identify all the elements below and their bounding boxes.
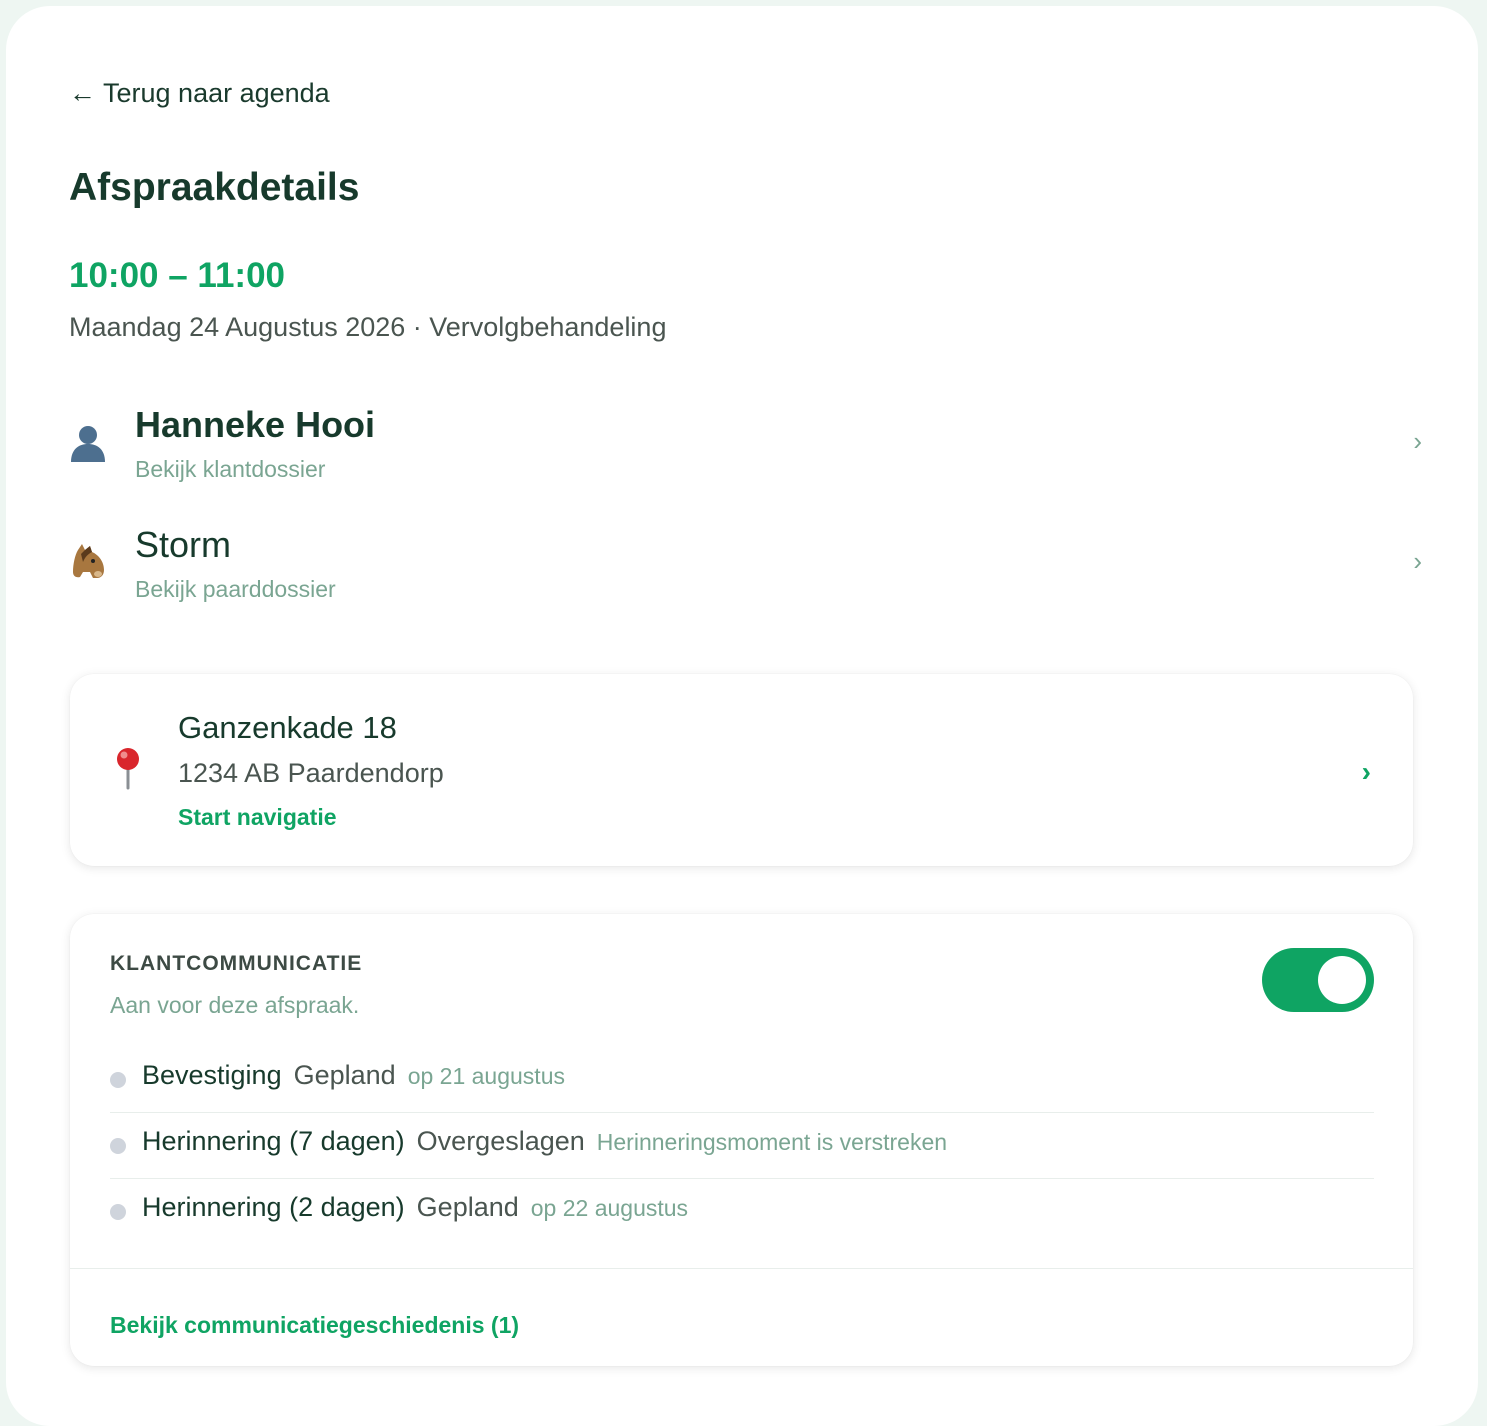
client-dossier-link[interactable]: Bekijk klantdossier xyxy=(135,456,325,483)
message-row: Herinnering (2 dagen) Gepland op 22 august… xyxy=(110,1178,1374,1244)
page-title: Afspraakdetails xyxy=(69,166,360,209)
chevron-right-icon: › xyxy=(1361,756,1371,787)
chevron-right-icon: › xyxy=(1413,426,1422,456)
message-row: Bevestiging Gepland op 21 augustus xyxy=(110,1046,1374,1113)
back-to-agenda-link[interactable]: ← Terug naar agenda xyxy=(69,78,330,109)
message-note: op 21 augustus xyxy=(407,1063,565,1089)
status-dot-icon xyxy=(110,1138,126,1154)
toggle-knob xyxy=(1318,956,1366,1004)
chevron-right-icon: › xyxy=(1413,546,1422,576)
client-name: Hanneke Hooi xyxy=(135,404,376,445)
address-card[interactable]: Ganzenkade 18 1234 AB Paardendorp Start … xyxy=(70,674,1413,866)
client-communication-card: KLANTCOMMUNICATIE Aan voor deze afspraak… xyxy=(70,914,1413,1366)
status-dot-icon xyxy=(110,1072,126,1088)
horse-dossier-link[interactable]: Bekijk paarddossier xyxy=(135,576,336,603)
client-row[interactable]: Hanneke Hooi Bekijk klantdossier › xyxy=(62,404,1422,504)
status-dot-icon xyxy=(110,1204,126,1220)
address-city: 1234 AB Paardendorp xyxy=(178,758,444,788)
communication-toggle[interactable] xyxy=(1262,948,1374,1012)
message-row: Herinnering (7 dagen) Overgeslagen Herinne… xyxy=(110,1112,1374,1179)
communication-history-link[interactable]: Bekijk communicatiegeschiedenis (1) xyxy=(110,1312,519,1339)
appointment-details-page: ← Terug naar agenda Afspraakdetails 10:0… xyxy=(6,6,1478,1426)
message-state: Gepland xyxy=(293,1060,396,1090)
appointment-time: 10:00 – 11:00 xyxy=(69,256,286,295)
horse-name: Storm xyxy=(135,524,232,565)
communication-status: Aan voor deze afspraak. xyxy=(110,992,360,1018)
message-type: Herinnering (7 dagen) xyxy=(142,1126,405,1156)
message-state: Gepland xyxy=(416,1192,519,1222)
message-type: Bevestiging xyxy=(142,1060,282,1090)
section-label: KLANTCOMMUNICATIE xyxy=(110,952,363,975)
message-type: Herinnering (2 dagen) xyxy=(142,1192,405,1222)
person-icon xyxy=(68,422,108,462)
divider xyxy=(70,1268,1413,1269)
message-note: op 22 augustus xyxy=(530,1195,689,1221)
message-note: Herinneringsmoment is verstreken xyxy=(596,1129,948,1155)
appointment-date-type: Maandag 24 Augustus 2026 · Vervolgbehand… xyxy=(69,312,667,342)
map-pin-icon xyxy=(110,746,146,790)
message-state: Overgeslagen xyxy=(416,1126,585,1156)
address-street: Ganzenkade 18 xyxy=(178,710,397,745)
start-navigation-link[interactable]: Start navigatie xyxy=(178,804,337,831)
horse-icon xyxy=(68,542,108,582)
horse-row[interactable]: Storm Bekijk paarddossier › xyxy=(62,524,1422,624)
